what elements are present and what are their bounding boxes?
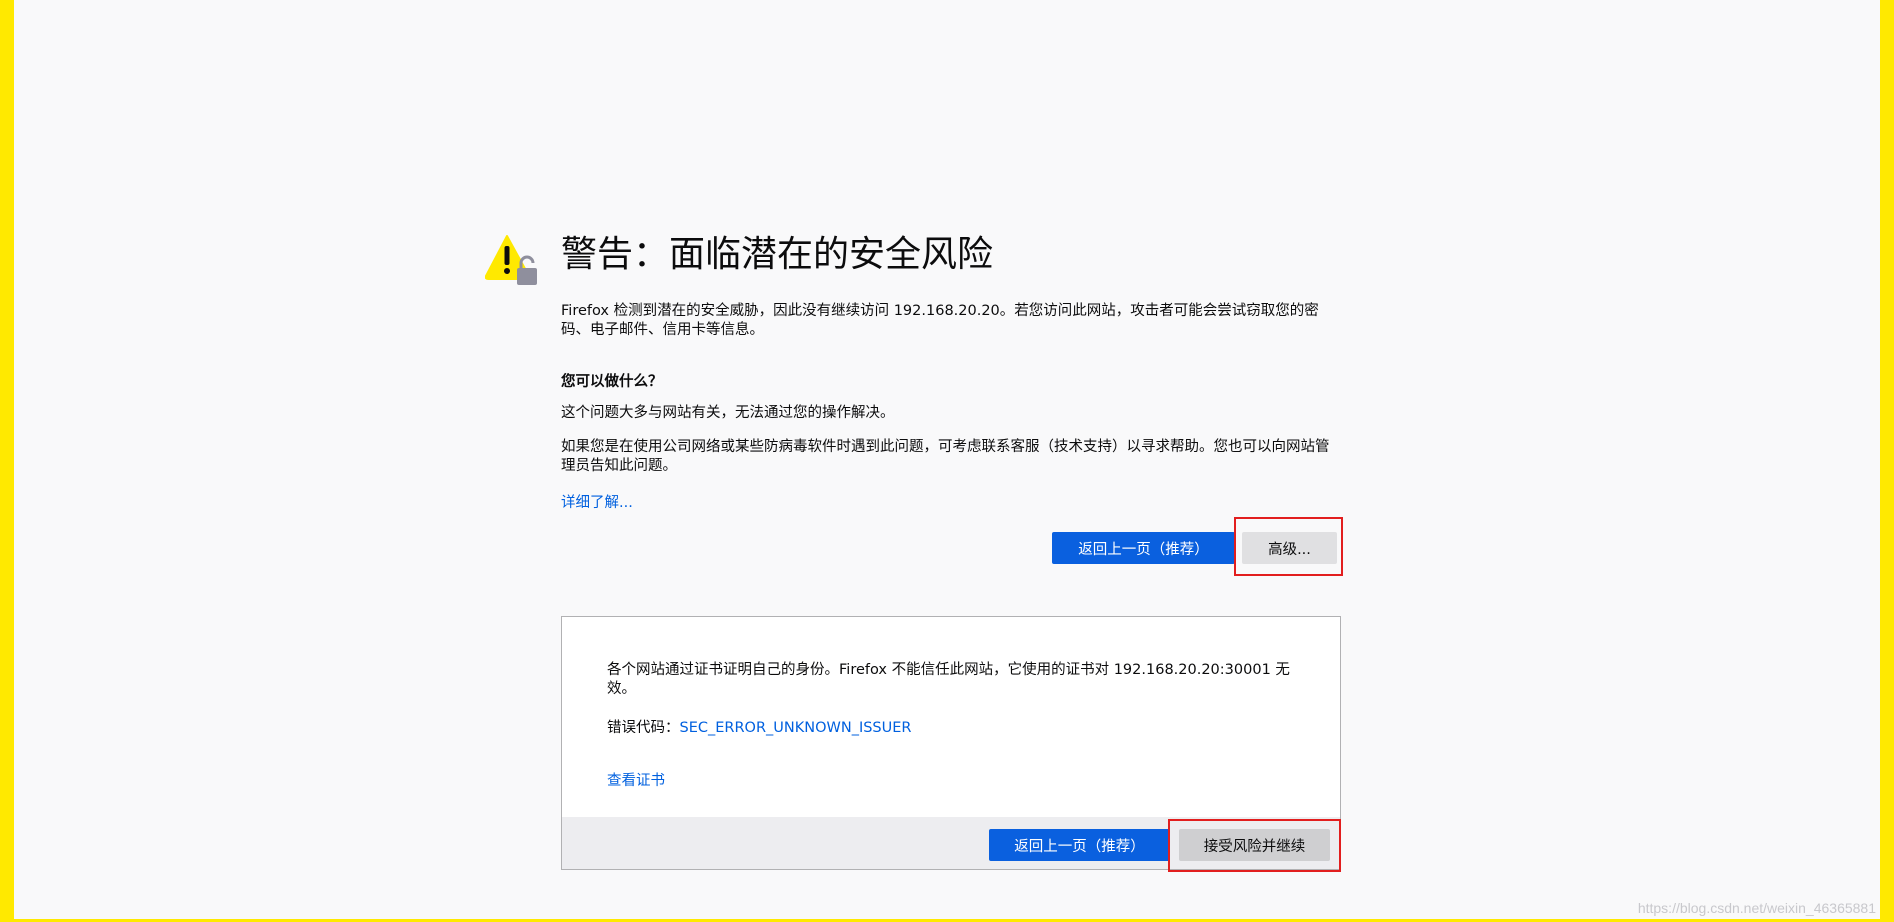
page-title: 警告：面临潜在的安全风险 xyxy=(561,234,994,275)
view-certificate-link[interactable]: 查看证书 xyxy=(607,773,665,789)
what-paragraph-1: 这个问题大多与网站有关，无法通过您的操作解决。 xyxy=(561,405,895,421)
learn-more-link[interactable]: 详细了解... xyxy=(561,491,633,512)
go-back-button[interactable]: 返回上一页（推荐） xyxy=(1052,532,1235,564)
view-certificate-line: 查看证书 xyxy=(607,772,1307,791)
highlight-box-accept xyxy=(1168,819,1341,872)
error-code-line: 错误代码：SEC_ERROR_UNKNOWN_ISSUER xyxy=(607,719,1307,738)
certificate-description: 各个网站通过证书证明自己的身份。Firefox 不能信任此网站，它使用的证书对 … xyxy=(607,662,1290,697)
yellow-frame-left xyxy=(0,0,14,922)
yellow-frame-right xyxy=(1880,0,1894,922)
what-paragraph-2: 如果您是在使用公司网络或某些防病毒软件时遇到此问题，可考虑联系客服（技术支持）以… xyxy=(561,439,1330,474)
error-code-label: 错误代码： xyxy=(607,720,680,736)
warning-triangle-lock-icon xyxy=(485,235,537,285)
error-code-link[interactable]: SEC_ERROR_UNKNOWN_ISSUER xyxy=(680,720,912,736)
intro-text: Firefox 检测到潜在的安全威胁，因此没有继续访问 192.168.20.2… xyxy=(561,303,1319,338)
watermark-text: https://blog.csdn.net/weixin_46365881 xyxy=(1637,900,1876,916)
go-back-button-panel[interactable]: 返回上一页（推荐） xyxy=(989,829,1170,861)
highlight-box-advanced xyxy=(1234,517,1343,576)
what-can-you-do-heading: 您可以做什么？ xyxy=(561,374,663,390)
